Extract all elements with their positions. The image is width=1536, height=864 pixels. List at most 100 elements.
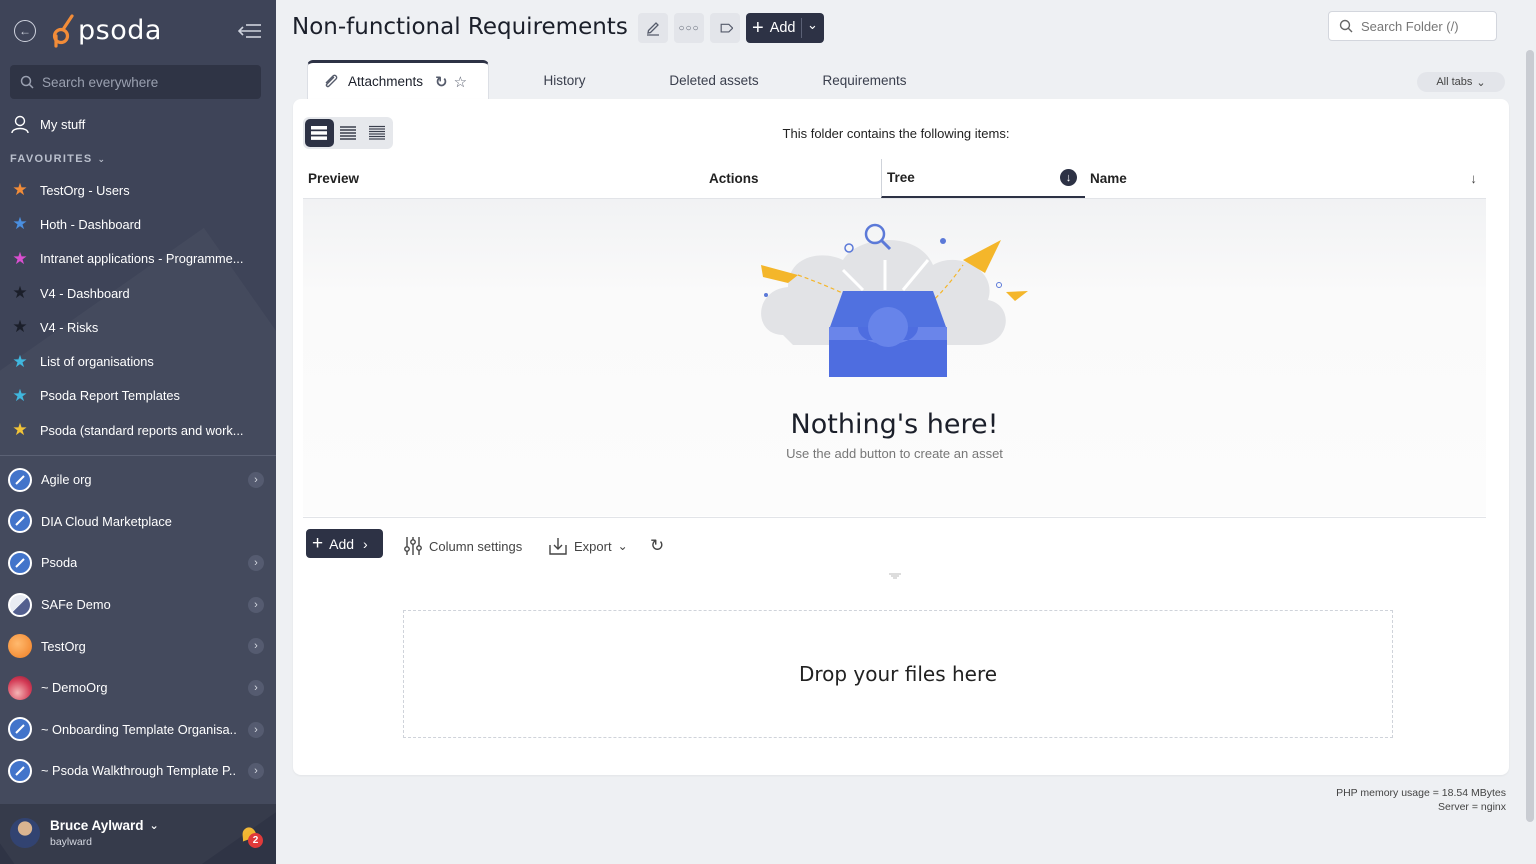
- org-item[interactable]: ~ Psoda Walkthrough Template P... ›: [8, 750, 268, 792]
- folder-caption: This folder contains the following items…: [782, 126, 1010, 141]
- chevron-right-icon[interactable]: ›: [248, 555, 264, 572]
- favourite-label: V4 - Dashboard: [40, 285, 130, 301]
- org-item[interactable]: Agile org ›: [8, 459, 268, 501]
- header-add-label: Add: [769, 20, 796, 36]
- chevron-right-icon[interactable]: ›: [248, 721, 264, 738]
- paperclip-icon: [325, 74, 338, 87]
- column-actions[interactable]: Actions: [709, 159, 879, 198]
- chevron-down-icon: ⌄: [149, 820, 159, 832]
- org-label: TestOrg: [41, 638, 86, 654]
- favourite-label: TestOrg - Users: [40, 182, 130, 198]
- export-button[interactable]: Export ⌄: [548, 536, 628, 556]
- empty-state-title: Nothing's here!: [790, 409, 999, 440]
- org-item[interactable]: TestOrg ›: [8, 625, 268, 667]
- org-item[interactable]: DIA Cloud Marketplace: [8, 501, 268, 543]
- chevron-down-icon[interactable]: ⌄: [807, 17, 818, 33]
- empty-state: Nothing's here! Use the add button to cr…: [303, 198, 1486, 516]
- favourite-label: V4 - Risks: [40, 319, 99, 335]
- sunset-icon: [8, 675, 32, 700]
- star-icon: ★: [12, 180, 28, 200]
- orange-circle-icon: [8, 634, 32, 659]
- star-icon: ★: [12, 317, 28, 337]
- favourite-item[interactable]: ★ Psoda (standard reports and work...: [10, 413, 266, 447]
- chevron-down-icon: ⌄: [1476, 76, 1486, 89]
- column-preview[interactable]: Preview: [308, 159, 608, 198]
- add-asset-label: Add: [329, 535, 355, 552]
- global-search[interactable]: [10, 65, 261, 99]
- org-item[interactable]: SAFe Demo ›: [8, 584, 268, 626]
- favourite-item[interactable]: ★ TestOrg - Users: [10, 173, 266, 207]
- favourite-label: Intranet applications - Programme...: [40, 251, 244, 267]
- org-label: DIA Cloud Marketplace: [41, 513, 172, 529]
- sliders-icon: [404, 537, 422, 555]
- column-settings-button[interactable]: Column settings: [403, 536, 522, 556]
- favourite-item[interactable]: ★ Hoth - Dashboard: [10, 207, 266, 241]
- chevron-right-icon[interactable]: ›: [248, 638, 264, 655]
- avatar[interactable]: [10, 818, 40, 848]
- tag-button[interactable]: [710, 13, 740, 43]
- tab-attachments[interactable]: Attachments ↻ ☆: [307, 60, 489, 100]
- chevron-right-icon[interactable]: ›: [248, 472, 264, 488]
- notification-badge: 2: [248, 833, 263, 848]
- refresh-icon[interactable]: ↻: [435, 73, 448, 91]
- favourite-item[interactable]: ★ Intranet applications - Programme...: [10, 242, 266, 276]
- export-icon: [549, 538, 567, 555]
- org-item[interactable]: ~ DemoOrg ›: [8, 667, 268, 709]
- refresh-icon: ↻: [650, 536, 665, 555]
- star-icon: ★: [12, 385, 28, 405]
- back-icon[interactable]: ←: [14, 20, 36, 42]
- chevron-right-icon[interactable]: ›: [248, 596, 264, 613]
- favourites-header[interactable]: FAVOURITES ⌄: [10, 153, 106, 165]
- page-scrollbar[interactable]: [1526, 50, 1534, 822]
- star-outline-icon[interactable]: ☆: [454, 73, 467, 91]
- org-item[interactable]: Psoda ›: [8, 542, 268, 584]
- sort-arrow-icon[interactable]: ↓: [1470, 171, 1477, 186]
- tab-requirements[interactable]: Requirements: [812, 60, 917, 100]
- tag-icon: [720, 23, 733, 33]
- global-search-input[interactable]: [42, 74, 242, 90]
- folder-search-input[interactable]: [1361, 18, 1491, 34]
- file-dropzone[interactable]: Drop your files here: [403, 610, 1393, 738]
- tab-history[interactable]: History: [522, 60, 607, 100]
- edit-button[interactable]: [638, 13, 668, 43]
- chevron-right-icon[interactable]: ›: [248, 679, 264, 696]
- org-item[interactable]: ~ Onboarding Template Organisa... ›: [8, 709, 268, 751]
- favourite-item[interactable]: ★ List of organisations: [10, 344, 266, 378]
- tab-deleted-assets[interactable]: Deleted assets: [659, 60, 769, 100]
- favourite-label: Psoda (standard reports and work...: [40, 422, 244, 438]
- column-label: Name: [1090, 171, 1127, 186]
- sort-desc-icon[interactable]: ↓: [1060, 169, 1077, 186]
- compass-icon: [8, 509, 32, 534]
- folder-search[interactable]: [1328, 11, 1497, 41]
- refresh-button[interactable]: ↻: [650, 536, 664, 556]
- column-label: Preview: [308, 171, 360, 186]
- all-tabs-label: All tabs: [1436, 76, 1473, 88]
- add-asset-button[interactable]: + Add ›: [306, 529, 383, 558]
- column-tree[interactable]: Tree ↓: [881, 159, 1085, 198]
- server-name: Server = nginx: [1438, 801, 1506, 813]
- all-tabs-dropdown[interactable]: All tabs ⌄: [1417, 72, 1505, 92]
- org-label: SAFe Demo: [41, 597, 111, 613]
- empty-inbox-illustration: [761, 223, 1028, 377]
- plus-icon: +: [312, 533, 324, 554]
- my-stuff-link[interactable]: My stuff: [10, 114, 85, 134]
- collapse-sidebar-icon[interactable]: [238, 22, 262, 40]
- chevron-right-icon[interactable]: ›: [248, 763, 264, 780]
- column-settings-label: Column settings: [429, 538, 523, 554]
- user-panel[interactable]: Bruce Aylward ⌄ baylward: [0, 804, 276, 864]
- chevron-down-icon: ⌄: [97, 153, 107, 164]
- tab-label: History: [543, 72, 586, 88]
- psoda-logo[interactable]: psoda: [50, 12, 162, 48]
- header-add-button[interactable]: + Add ⌄: [746, 13, 824, 43]
- user-name[interactable]: Bruce Aylward ⌄: [50, 818, 159, 833]
- favourite-item[interactable]: ★ Psoda Report Templates: [10, 379, 266, 413]
- favourite-item[interactable]: ★ V4 - Dashboard: [10, 276, 266, 310]
- resize-handle-icon[interactable]: [889, 573, 901, 579]
- pencil-icon: [647, 22, 659, 36]
- sidebar-header: ← psoda: [0, 0, 276, 62]
- favourite-item[interactable]: ★ V4 - Risks: [10, 310, 266, 344]
- column-name[interactable]: Name ↓: [1090, 159, 1483, 198]
- star-icon: ★: [12, 283, 28, 303]
- psoda-logo-icon: [52, 14, 74, 48]
- more-options-button[interactable]: ○○○: [674, 13, 704, 43]
